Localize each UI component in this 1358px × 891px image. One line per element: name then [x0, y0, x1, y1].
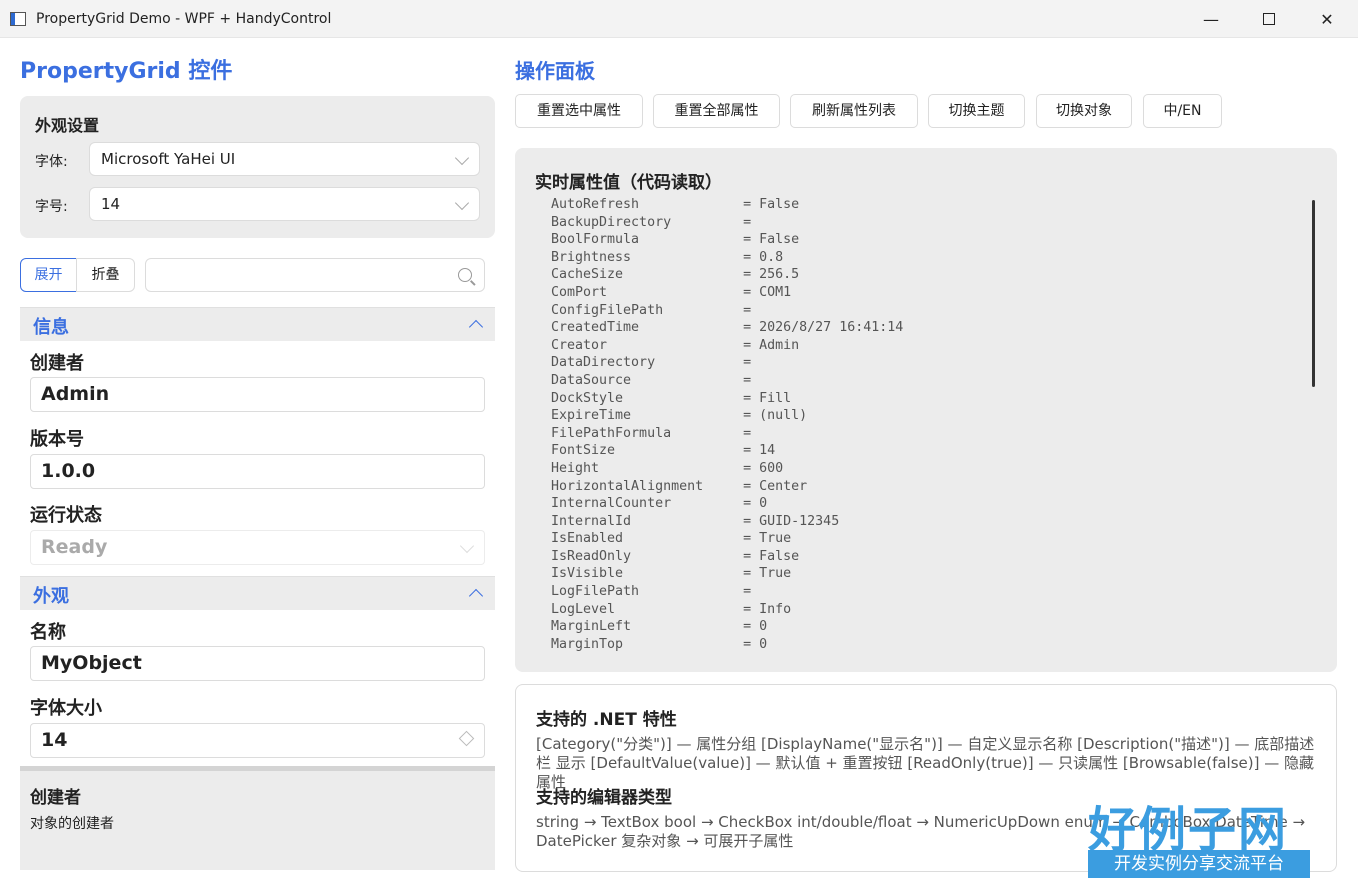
category-info[interactable]: 信息	[20, 307, 495, 341]
appearance-title: 外观设置	[35, 116, 100, 135]
live-value-row: Height = 600	[551, 460, 784, 476]
chevron-up-icon[interactable]	[468, 319, 484, 335]
live-value-row: Creator = Admin	[551, 337, 800, 353]
operations-panel: 操作面板 重置选中属性 重置全部属性 刷新属性列表 切换主题 切换对象 中/EN…	[515, 52, 1337, 872]
expand-button[interactable]: 展开	[20, 258, 77, 292]
live-values-list: AutoRefresh = False BackupDirectory = Boo…	[551, 196, 903, 653]
minimize-icon: —	[1203, 9, 1219, 29]
description-text: 对象的创建者	[30, 816, 114, 832]
live-value-row: ExpireTime = (null)	[551, 408, 808, 424]
live-value-row: AutoRefresh = False	[551, 197, 800, 212]
font-size-stepper[interactable]: 14	[30, 723, 485, 758]
net-features-title: 支持的 .NET 特性	[536, 710, 677, 730]
title-bar: PropertyGrid Demo - WPF + HandyControl —…	[0, 0, 1358, 38]
watermark-subtitle: 开发实例分享交流平台	[1088, 850, 1310, 878]
category-label: 外观	[33, 586, 69, 607]
status-combo: Ready	[30, 530, 485, 565]
live-value-row: BackupDirectory =	[551, 214, 760, 230]
font-label: 字体:	[35, 154, 68, 170]
live-value-row: DockStyle = Fill	[551, 390, 792, 406]
refresh-button[interactable]: 刷新属性列表	[790, 94, 918, 128]
size-value: 14	[101, 195, 121, 213]
minimize-button[interactable]: —	[1182, 0, 1240, 38]
live-value-row: ComPort = COM1	[551, 284, 792, 300]
live-value-row: CacheSize = 256.5	[551, 267, 800, 283]
live-value-row: IsReadOnly = False	[551, 548, 800, 564]
close-button[interactable]: ✕	[1298, 0, 1356, 38]
left-panel: PropertyGrid 控件 外观设置 字体: Microsoft YaHei…	[20, 52, 496, 870]
version-field[interactable]: 1.0.0	[30, 454, 485, 489]
appearance-settings: 外观设置 字体: Microsoft YaHei UI 字号: 14	[20, 96, 495, 238]
live-value-row: ConfigFilePath =	[551, 302, 760, 318]
chevron-down-icon	[454, 150, 470, 166]
live-values-box: 实时属性值（代码读取） AutoRefresh = False BackupDir…	[515, 148, 1337, 672]
property-label: 字体大小	[30, 698, 102, 719]
window-title: PropertyGrid Demo - WPF + HandyControl	[36, 10, 332, 27]
status-value: Ready	[41, 536, 108, 558]
operations-title: 操作面板	[515, 59, 595, 83]
live-value-row: FilePathFormula =	[551, 425, 760, 441]
maximize-icon	[1263, 13, 1275, 25]
live-value-row: MarginLeft = 0	[551, 619, 768, 635]
live-value-row: LogLevel = Info	[551, 601, 792, 617]
category-appearance[interactable]: 外观	[20, 576, 495, 610]
font-value: Microsoft YaHei UI	[101, 150, 236, 168]
live-value-row: BoolFormula = False	[551, 232, 800, 248]
name-field[interactable]: MyObject	[30, 646, 485, 681]
editor-types-title: 支持的编辑器类型	[536, 788, 672, 808]
live-value-row: LogFilePath =	[551, 584, 760, 600]
description-panel: 创建者 对象的创建者	[20, 766, 495, 870]
property-label: 运行状态	[30, 505, 102, 526]
font-combo[interactable]: Microsoft YaHei UI	[89, 142, 480, 176]
live-value-row: IsEnabled = True	[551, 531, 792, 547]
live-value-row: Brightness = 0.8	[551, 249, 784, 265]
live-value-row: InternalId = GUID-12345	[551, 513, 840, 529]
language-button[interactable]: 中/EN	[1143, 94, 1222, 128]
chevron-down-icon	[454, 195, 470, 211]
spinner-icon[interactable]	[458, 730, 475, 747]
collapse-button[interactable]: 折叠	[76, 258, 135, 292]
property-label: 名称	[30, 622, 66, 643]
live-value-row: DataSource =	[551, 372, 760, 388]
maximize-button[interactable]	[1240, 0, 1298, 38]
live-value-row: FontSize = 14	[551, 443, 776, 459]
creator-field[interactable]: Admin	[30, 377, 485, 412]
search-input[interactable]	[145, 258, 485, 292]
close-icon: ✕	[1320, 9, 1334, 29]
toggle-object-button[interactable]: 切换对象	[1036, 94, 1132, 128]
search-icon[interactable]	[458, 268, 472, 282]
reset-selected-button[interactable]: 重置选中属性	[515, 94, 643, 128]
font-size-value: 14	[41, 729, 68, 751]
size-label: 字号:	[35, 199, 68, 215]
live-value-row: HorizontalAlignment = Center	[551, 478, 808, 494]
live-value-row: InternalCounter = 0	[551, 496, 768, 512]
chevron-down-icon	[459, 538, 475, 554]
page-title: PropertyGrid 控件	[20, 59, 233, 84]
live-value-row: DataDirectory =	[551, 355, 760, 371]
live-values-title: 实时属性值（代码读取）	[535, 173, 722, 193]
scrollbar[interactable]	[1312, 200, 1315, 387]
category-label: 信息	[33, 317, 69, 338]
description-title: 创建者	[30, 788, 81, 808]
live-value-row: MarginTop = 0	[551, 636, 768, 652]
reset-all-button[interactable]: 重置全部属性	[653, 94, 780, 128]
app-icon	[10, 11, 26, 26]
live-value-row: IsVisible = True	[551, 566, 792, 582]
property-label: 版本号	[30, 429, 84, 450]
toggle-theme-button[interactable]: 切换主题	[928, 94, 1025, 128]
property-label: 创建者	[30, 353, 84, 374]
watermark-logo: 好例子网 开发实例分享交流平台	[1088, 790, 1316, 880]
chevron-up-icon[interactable]	[468, 588, 484, 604]
live-value-row: CreatedTime = 2026/8/27 16:41:14	[551, 320, 904, 336]
size-combo[interactable]: 14	[89, 187, 480, 221]
